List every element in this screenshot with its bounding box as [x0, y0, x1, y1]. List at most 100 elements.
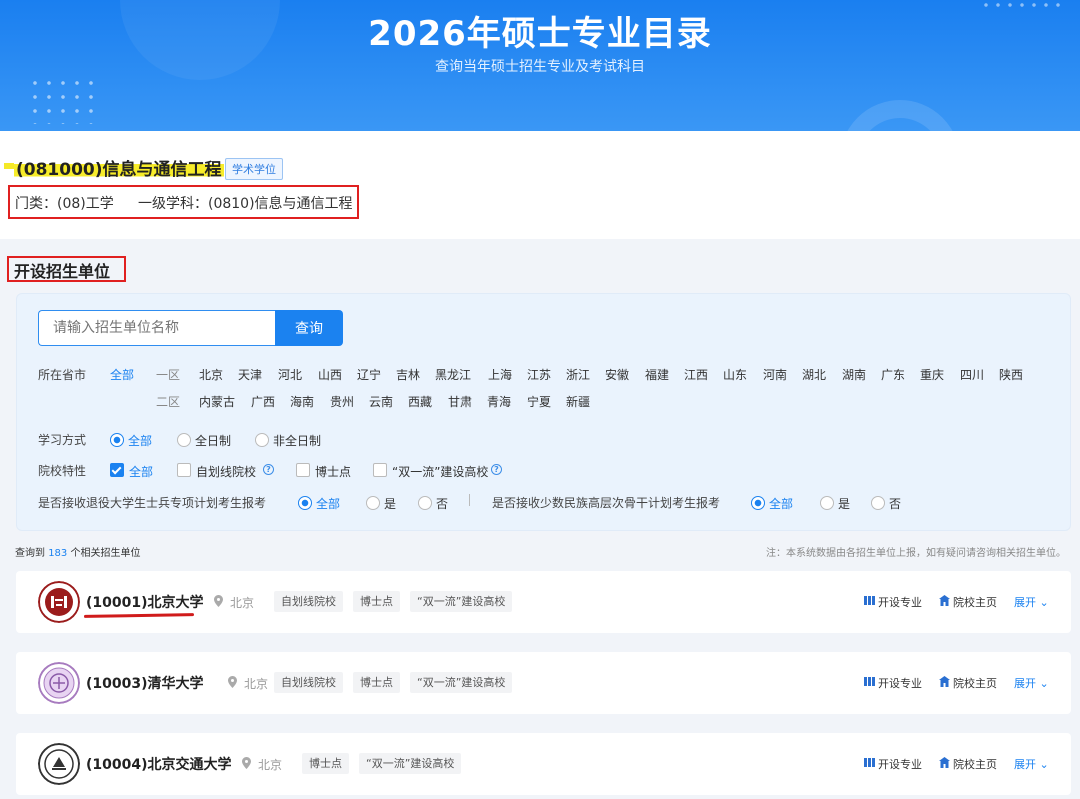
tag-self-line: 自划线院校 — [274, 591, 343, 612]
province-item[interactable]: 湖北 — [802, 366, 826, 383]
province-label: 所在省市 — [38, 368, 87, 382]
location-icon — [242, 757, 251, 769]
province-item[interactable]: 上海 — [488, 366, 512, 383]
province-item[interactable]: 福建 — [645, 366, 669, 383]
province-item[interactable]: 湖南 — [842, 366, 866, 383]
major-title: (081000)信息与通信工程 — [14, 155, 224, 180]
header-banner: 2026年硕士专业目录 查询当年硕士招生专业及考试科目 — [0, 0, 1080, 131]
province-item[interactable]: 青海 — [487, 393, 511, 410]
feature-doctoral-checkbox[interactable]: 博士点 — [296, 463, 351, 480]
veteran-plan-label: 是否接收退役大学生士兵专项计划考生报考 — [38, 496, 267, 510]
divider — [469, 494, 470, 506]
minority-no-radio[interactable]: 否 — [871, 495, 901, 512]
feature-all-checkbox[interactable]: 全部 — [110, 463, 153, 480]
data-source-note: 注：本系统数据由各招生单位上报，如有疑问请咨询相关招生单位。 — [766, 548, 1066, 559]
minority-all-radio[interactable]: 全部 — [751, 495, 793, 512]
school-icon — [939, 676, 950, 687]
province-item[interactable]: 江西 — [684, 366, 708, 383]
province-item[interactable]: 天津 — [238, 366, 262, 383]
province-item[interactable]: 陕西 — [999, 366, 1023, 383]
unit-card[interactable]: (10001)北京大学 北京 自划线院校 博士点 “双一流”建设高校 开设专业 … — [16, 571, 1071, 633]
province-item[interactable]: 宁夏 — [527, 393, 551, 410]
province-item[interactable]: 河南 — [763, 366, 787, 383]
pku-logo-icon — [38, 581, 80, 623]
open-majors-link[interactable]: 开设专业 — [864, 675, 922, 691]
study-method-label: 学习方式 — [38, 433, 87, 447]
list-icon — [864, 596, 875, 605]
province-item[interactable]: 山西 — [318, 366, 342, 383]
open-majors-link[interactable]: 开设专业 — [864, 756, 922, 772]
homepage-link[interactable]: 院校主页 — [939, 675, 997, 691]
unit-card[interactable]: (10004)北京交通大学 北京 博士点 “双一流”建设高校 开设专业 院校主页… — [16, 733, 1071, 795]
unit-search-input[interactable] — [38, 310, 276, 346]
expand-toggle[interactable]: 展开 ⌄ — [1014, 594, 1049, 610]
expand-toggle[interactable]: 展开 ⌄ — [1014, 756, 1049, 772]
page-title: 2026年硕士专业目录 — [368, 14, 712, 54]
help-icon[interactable]: ? — [491, 464, 502, 475]
bjtu-logo-icon — [38, 743, 80, 785]
chevron-down-icon: ⌄ — [1039, 758, 1049, 771]
feature-self-line-checkbox[interactable]: 自划线院校 — [177, 463, 256, 480]
province-item[interactable]: 吉林 — [396, 366, 420, 383]
tsinghua-logo-icon — [38, 662, 80, 704]
feature-double-first-class-checkbox[interactable]: “双一流”建设高校 — [373, 463, 488, 480]
major-category: 门类：(08)工学 — [15, 196, 114, 212]
province-item[interactable]: 辽宁 — [357, 366, 381, 383]
province-item[interactable]: 北京 — [199, 366, 223, 383]
feature-label: 院校特性 — [38, 464, 87, 478]
province-item[interactable]: 广东 — [881, 366, 905, 383]
unit-name[interactable]: (10003)清华大学 — [86, 673, 204, 693]
homepage-link[interactable]: 院校主页 — [939, 756, 997, 772]
list-icon — [864, 677, 875, 686]
province-item[interactable]: 新疆 — [566, 393, 590, 410]
section-title: 开设招生单位 — [14, 262, 111, 281]
province-item[interactable]: 内蒙古 — [199, 393, 235, 410]
open-majors-link[interactable]: 开设专业 — [864, 594, 922, 610]
minority-yes-radio[interactable]: 是 — [820, 495, 850, 512]
province-item[interactable]: 云南 — [369, 393, 393, 410]
homepage-link[interactable]: 院校主页 — [939, 594, 997, 610]
study-parttime-radio[interactable]: 非全日制 — [255, 432, 321, 449]
homepage-label: 院校主页 — [953, 677, 997, 690]
tag-double-first-class: “双一流”建设高校 — [410, 672, 513, 693]
list-icon — [864, 758, 875, 767]
zone2-label: 二区 — [156, 395, 181, 409]
open-majors-label: 开设专业 — [878, 758, 922, 771]
province-all[interactable]: 全部 — [110, 366, 134, 383]
expand-label: 展开 — [1014, 758, 1036, 771]
province-item[interactable]: 西藏 — [408, 393, 432, 410]
expand-toggle[interactable]: 展开 ⌄ — [1014, 675, 1049, 691]
help-icon[interactable]: ? — [263, 464, 274, 475]
study-fulltime-radio[interactable]: 全日制 — [177, 432, 231, 449]
open-majors-label: 开设专业 — [878, 677, 922, 690]
veteran-yes-radio[interactable]: 是 — [366, 495, 396, 512]
province-item[interactable]: 甘肃 — [448, 393, 472, 410]
chevron-down-icon: ⌄ — [1039, 596, 1049, 609]
province-item[interactable]: 四川 — [960, 366, 984, 383]
province-item[interactable]: 河北 — [278, 366, 302, 383]
tag-double-first-class: “双一流”建设高校 — [359, 753, 462, 774]
degree-type-badge: 学术学位 — [225, 158, 283, 180]
search-button[interactable]: 查询 — [275, 310, 343, 346]
province-item[interactable]: 浙江 — [566, 366, 590, 383]
province-item[interactable]: 广西 — [251, 393, 275, 410]
province-item[interactable]: 安徽 — [605, 366, 629, 383]
tag-doctoral: 博士点 — [353, 591, 400, 612]
province-item[interactable]: 贵州 — [330, 393, 354, 410]
unit-card[interactable]: (10003)清华大学 北京 自划线院校 博士点 “双一流”建设高校 开设专业 … — [16, 652, 1071, 714]
province-item[interactable]: 江苏 — [527, 366, 551, 383]
study-all-radio[interactable]: 全部 — [110, 432, 152, 449]
province-item[interactable]: 山东 — [723, 366, 747, 383]
unit-name[interactable]: (10004)北京交通大学 — [86, 754, 232, 774]
zone1-label: 一区 — [156, 368, 181, 382]
veteran-all-radio[interactable]: 全部 — [298, 495, 340, 512]
province-item[interactable]: 重庆 — [920, 366, 944, 383]
province-item[interactable]: 黑龙江 — [435, 366, 471, 383]
veteran-no-radio[interactable]: 否 — [418, 495, 448, 512]
tag-doctoral: 博士点 — [353, 672, 400, 693]
summary-suffix: 个相关招生单位 — [70, 548, 141, 559]
province-item[interactable]: 海南 — [290, 393, 314, 410]
unit-name[interactable]: (10001)北京大学 — [86, 592, 204, 612]
tag-doctoral: 博士点 — [302, 753, 349, 774]
tag-self-line: 自划线院校 — [274, 672, 343, 693]
